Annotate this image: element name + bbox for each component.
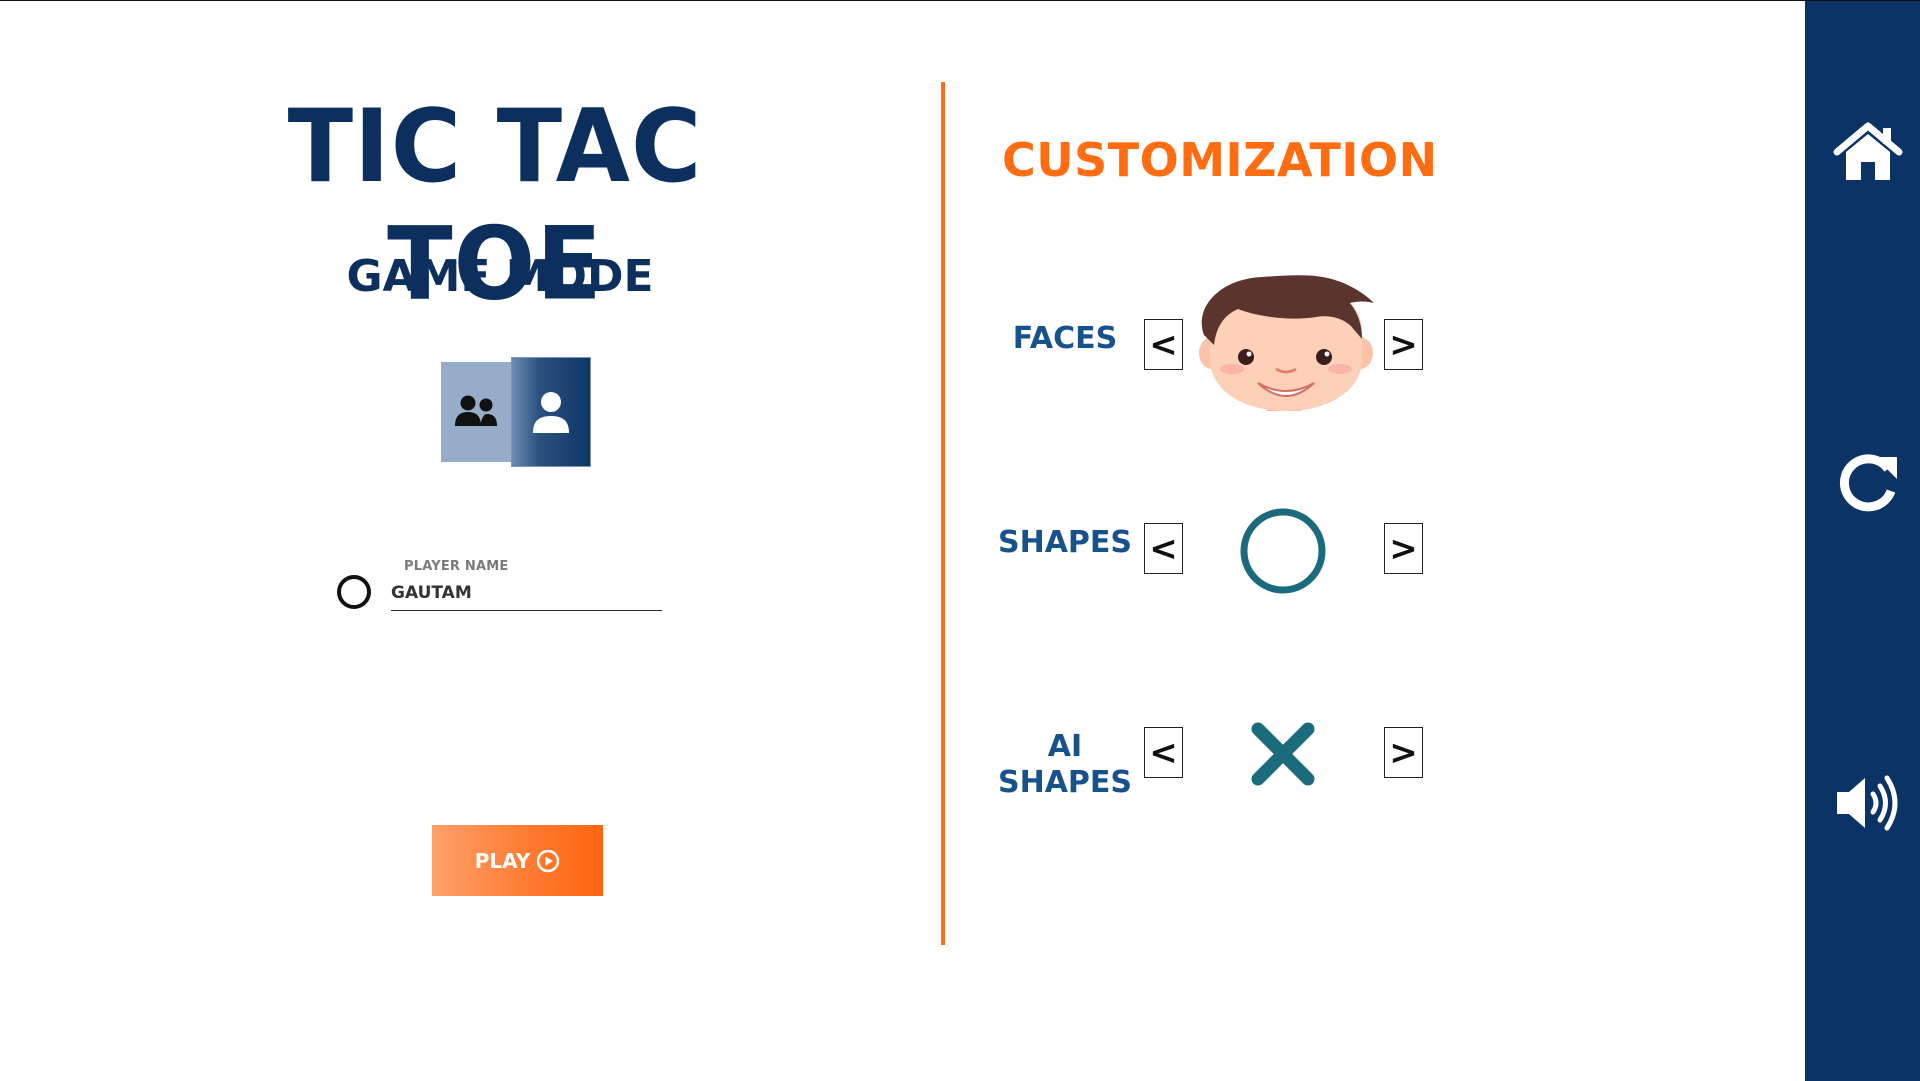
game-mode-heading: GAME MODE [346, 251, 654, 302]
play-button[interactable]: PLAY [432, 825, 603, 896]
shapes-next-button[interactable]: > [1384, 523, 1423, 574]
customization-heading: CUSTOMIZATION [1002, 133, 1438, 187]
game-mode-selector [441, 357, 591, 467]
panel-divider [941, 82, 945, 945]
restart-icon [1839, 454, 1897, 512]
volume-icon [1837, 775, 1898, 831]
play-circle-icon [536, 849, 560, 872]
ai-shapes-label-line1: AI [1047, 729, 1083, 764]
home-button[interactable] [1833, 117, 1903, 187]
two-players-icon [455, 395, 497, 426]
restart-button[interactable] [1833, 447, 1903, 517]
player-name-input[interactable] [391, 575, 662, 611]
player-name-label: PLAYER NAME [404, 559, 509, 574]
play-label: PLAY [474, 848, 531, 873]
two-player-mode-button[interactable] [441, 362, 511, 462]
ai-shapes-label: AI SHAPES [995, 729, 1135, 801]
home-icon [1833, 122, 1903, 180]
shapes-label: SHAPES [997, 525, 1133, 560]
player-symbol-circle-icon[interactable] [337, 575, 371, 609]
circle-shape-icon [1238, 506, 1328, 596]
faces-label: FACES [1012, 321, 1118, 356]
single-player-icon [533, 392, 569, 433]
x-shape-icon [1250, 721, 1316, 787]
volume-button[interactable] [1833, 768, 1903, 838]
faces-next-button[interactable]: > [1384, 319, 1423, 370]
single-player-mode-button[interactable] [511, 357, 591, 467]
sidebar [1805, 1, 1920, 1081]
boy-face-icon [1188, 273, 1386, 423]
faces-prev-button[interactable]: < [1144, 319, 1183, 370]
ai-shapes-next-button[interactable]: > [1384, 727, 1423, 778]
ai-shapes-prev-button[interactable]: < [1144, 727, 1183, 778]
ai-shapes-label-line2: SHAPES [997, 765, 1133, 800]
shapes-prev-button[interactable]: < [1144, 523, 1183, 574]
